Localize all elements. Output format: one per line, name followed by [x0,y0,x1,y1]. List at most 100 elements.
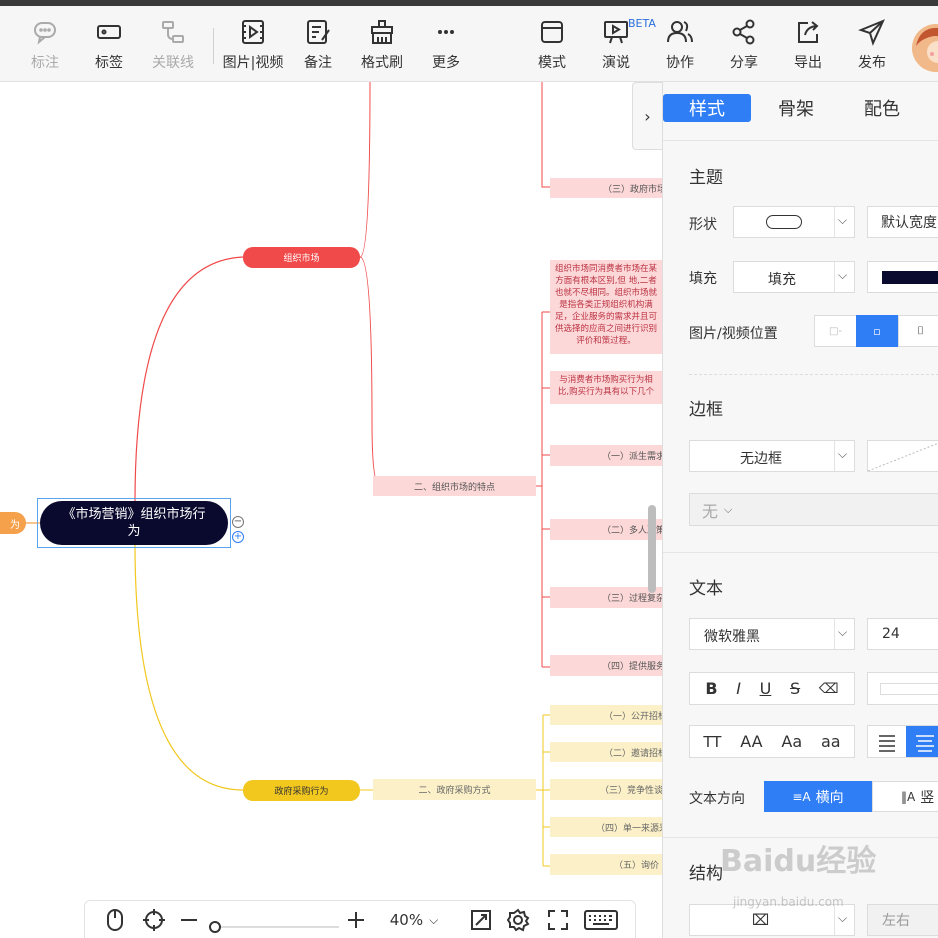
media-pos-left-button[interactable]: □- [814,315,857,347]
tab-skeleton[interactable]: 骨架 [753,94,839,122]
fit-screen-button[interactable] [469,907,493,933]
branch-government-procurement[interactable]: 政府采购行为 [243,780,360,801]
select-divider [834,262,835,292]
leaf-invited-bidding[interactable]: （二）邀请招标 [550,742,662,762]
direction-vertical-button[interactable]: ‖A 竖 [872,781,938,812]
fill-value: 填充 [768,272,796,288]
relation-line-button[interactable]: 关联线 [141,12,205,76]
fill-color-picker[interactable] [867,261,938,293]
border-select[interactable]: 无边框 ⌵ [689,440,855,472]
note-button[interactable]: 备注 [286,12,350,76]
root-node[interactable]: 《市场营销》组织市场行为 [40,501,228,545]
case-lower-button[interactable]: aa [821,732,841,751]
paragraph-buying-behavior[interactable]: 与消费者市场购买行为相比,购买行为具有以下几个 [550,371,662,404]
case-capital-button[interactable]: Aa [781,732,802,751]
tab-style[interactable]: 样式 [663,94,751,122]
note-label: 备注 [304,55,332,71]
leaf-derived-demand[interactable]: （一）派生需求 [550,445,662,466]
comment-button[interactable]: 标注 [13,12,77,76]
text-section-title: 文本 [689,579,723,599]
share-button[interactable]: 分享 [712,12,776,76]
keyboard-shortcuts-button[interactable] [583,907,619,933]
tab-color-scheme[interactable]: 配色 [839,94,925,122]
media-button[interactable]: 图片|视频 [221,12,285,76]
media-label: 图片|视频 [222,55,284,71]
layout-direction-select[interactable]: 左右 [867,904,938,936]
bottom-toolbar: 40% ⌵ [84,900,636,938]
paragraph-organization-market[interactable]: 组织市场同消费者市场在某方面有根本区别,但 地,二者也就不尽相同。组织市场就是指… [550,260,662,354]
export-button[interactable]: 导出 [776,12,840,76]
mode-button[interactable]: 模式 [520,12,584,76]
mode-icon [541,21,563,43]
media-pos-left-icon: □- [828,325,843,337]
avatar-illustration [912,24,938,72]
add-node-icon[interactable]: + [232,531,244,543]
text-color-picker[interactable] [867,672,938,705]
leaf-competitive-negotiation[interactable]: （三）竞争性谈判 [550,779,662,800]
branch-organization-market[interactable]: 组织市场 [243,247,360,268]
direction-horizontal-button[interactable]: ≡A 横向 [764,781,872,812]
leaf-inquiry[interactable]: （五）询价 [550,854,662,875]
collapse-node-icon[interactable]: − [232,516,244,528]
sub-organization-features[interactable]: 二、组织市场的特点 [373,476,536,496]
zoom-level-select[interactable]: 40% ⌵ [383,907,445,933]
align-left-icon[interactable] [868,726,906,757]
zoom-level-value: 40% [389,911,424,929]
tag-icon [97,25,121,39]
align-center-button[interactable] [906,726,938,757]
collaborate-button[interactable]: 协作 [648,12,712,76]
media-icon [242,20,264,44]
bold-icon[interactable]: B [705,679,717,698]
leaf-multi-decision[interactable]: （二）多人决策 [550,519,662,540]
mouse-mode-button[interactable] [103,907,127,933]
fill-select[interactable]: 填充 ⌵ [733,261,855,293]
leaf-provide-service[interactable]: （四）提供服务 [550,655,662,676]
leaf-single-source[interactable]: （四）单一来源采购 [550,817,662,837]
text-color-swatch [880,683,938,695]
zoom-slider-handle[interactable] [209,921,221,933]
font-size-select[interactable]: 24 [867,618,938,650]
canvas-scrollbar[interactable] [648,505,656,593]
zoom-slider[interactable] [209,921,339,933]
tag-button[interactable]: 标签 [77,12,141,76]
font-family-select[interactable]: 微软雅黑 ⌵ [689,618,855,650]
chevron-down-icon: ⌵ [838,213,848,227]
publish-button[interactable]: 发布 [840,12,904,76]
locate-button[interactable] [141,907,167,933]
zoom-in-button[interactable] [345,907,367,933]
settings-button[interactable] [505,907,531,933]
sub-procurement-methods[interactable]: 二、政府采购方式 [373,779,536,800]
border-style-select[interactable]: 无 ⌵ [689,493,938,526]
user-avatar[interactable] [912,24,938,72]
shape-select[interactable]: ⌵ [733,206,855,238]
collapse-panel-button[interactable]: › [632,82,662,150]
more-button[interactable]: 更多 [414,12,478,76]
strikethrough-icon[interactable]: S [790,679,800,698]
media-pos-center-button[interactable]: ▫ [856,315,898,347]
text-format-group: B I U S ⌫ [689,672,855,705]
media-pos-top-button[interactable]: ⌷ [898,315,938,347]
italic-icon[interactable]: I [736,679,741,698]
underline-icon[interactable]: U [760,679,772,698]
minus-icon [181,919,197,921]
case-upper-button[interactable]: AA [740,732,762,751]
toolbar-separator [213,28,214,64]
border-color-picker[interactable] [867,440,938,472]
horizontal-text-icon: ≡A [792,789,811,804]
mindmap-canvas[interactable]: 为 《市场营销》组织市场行为 − + 组织市场 政府采购行为 二、组织市场的特点… [0,82,662,938]
leaf-government-market[interactable]: （三）政府市场 [550,178,662,198]
leaf-complex-process[interactable]: （三）过程复杂 [550,587,662,608]
format-brush-button[interactable]: 格式刷 [350,12,414,76]
case-title-button[interactable]: TT [703,733,721,751]
leaf-public-bidding[interactable]: （一）公开招标 [550,705,662,725]
media-pos-center-icon: ▫ [873,324,881,338]
select-divider [834,619,835,649]
width-select[interactable]: 默认宽度 [867,206,938,238]
zoom-out-button[interactable] [179,907,199,933]
left-branch-node[interactable]: 为 [0,512,26,534]
fullscreen-button[interactable] [545,907,571,933]
watermark-url: jingyan.baidu.com [733,895,844,909]
select-divider [834,441,835,471]
text-case-group: TT AA Aa aa [689,725,855,758]
eraser-icon[interactable]: ⌫ [819,681,839,697]
